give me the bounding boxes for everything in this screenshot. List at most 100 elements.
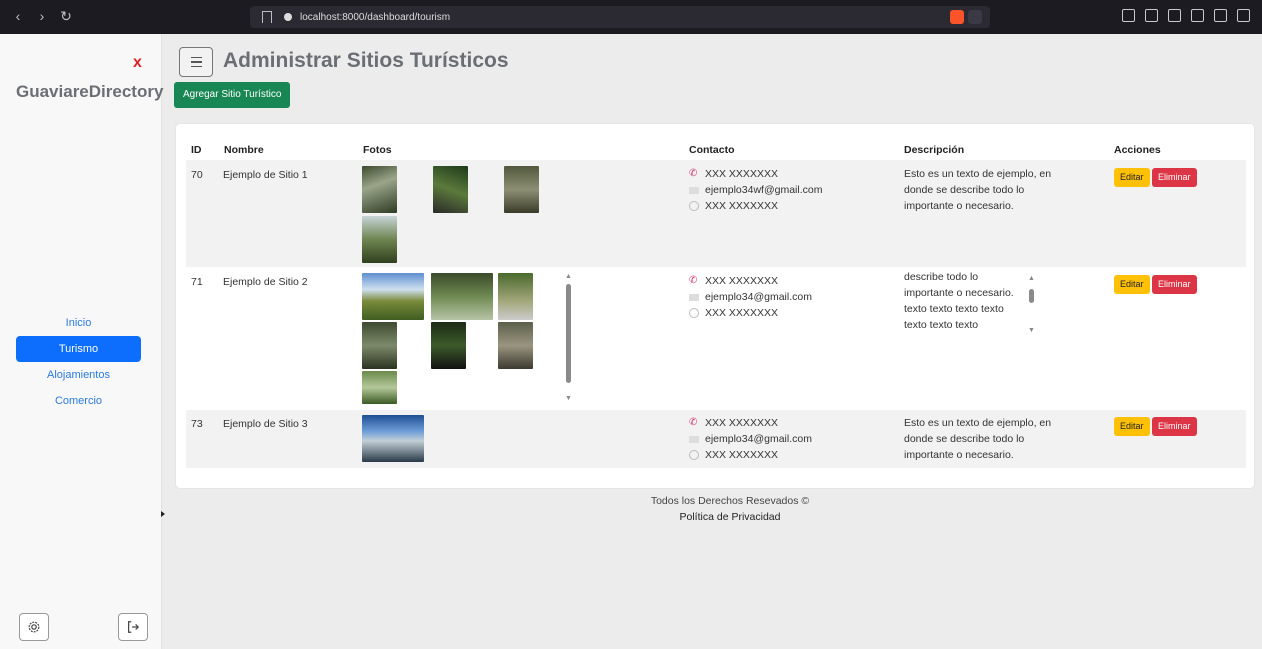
logout-button[interactable]: [118, 613, 148, 641]
col-id: ID: [191, 144, 202, 156]
description-scrollbar-thumb[interactable]: [1029, 289, 1034, 303]
site-photo[interactable]: [433, 166, 468, 213]
whatsapp-icon: [689, 450, 699, 460]
brand-logo: GuaviareDirectory: [16, 82, 164, 101]
site-photo[interactable]: [362, 166, 397, 213]
whatsapp-icon: [689, 201, 699, 211]
col-contacto: Contacto: [689, 144, 735, 156]
email-icon: [689, 293, 699, 301]
site-photo[interactable]: [431, 273, 493, 320]
row-id: 70: [191, 169, 203, 181]
site-photo[interactable]: [362, 415, 424, 462]
sidebar-item-comercio[interactable]: Comercio: [16, 388, 141, 414]
contact-info: ✆ XXX XXXXXXX ejemplo34@gmail.com XXX XXX…: [689, 273, 812, 321]
sites-table-card: ID Nombre Fotos Contacto Descripción Acc…: [175, 123, 1255, 489]
add-tourist-site-button[interactable]: Agregar Sitio Turístico: [174, 82, 291, 108]
contact-info: ✆ XXX XXXXXXX ejemplo34wf@gmail.com XXX X…: [689, 166, 822, 214]
caret-icon: [161, 511, 165, 517]
scroll-down-icon[interactable]: ▼: [565, 395, 572, 402]
row-id: 73: [191, 418, 203, 430]
sidebar: x GuaviareDirectory Inicio Turismo Aloja…: [0, 34, 164, 649]
col-fotos: Fotos: [363, 144, 392, 156]
tabs-icon[interactable]: [1191, 9, 1204, 22]
sidebar-item-turismo[interactable]: Turismo: [16, 336, 141, 362]
vpn-icon[interactable]: [1214, 9, 1227, 22]
scroll-up-icon[interactable]: ▲: [565, 273, 572, 280]
row-name: Ejemplo de Sitio 2: [223, 276, 308, 288]
phone-icon: ✆: [689, 417, 698, 428]
settings-button[interactable]: [19, 613, 49, 641]
row-description: Esto es un texto de ejemplo, en donde se…: [904, 168, 1052, 212]
page-footer: Todos los Derechos Resevados © Política …: [600, 493, 860, 525]
sidebar-nav: Inicio Turismo Alojamientos Comercio: [16, 310, 141, 414]
browser-actions: [1122, 9, 1250, 22]
menu-toggle-button[interactable]: [179, 47, 213, 77]
privacy-link[interactable]: Política de Privacidad: [600, 509, 860, 525]
contact-whatsapp: XXX XXXXXXX: [705, 307, 778, 319]
sidebar-item-alojamientos[interactable]: Alojamientos: [16, 362, 141, 388]
browser-toolbar: ‹ › ↻ localhost:8000/dashboard/tourism: [0, 0, 1262, 34]
table-header: ID Nombre Fotos Contacto Descripción Acc…: [176, 124, 1254, 160]
delete-button[interactable]: Eliminar: [1152, 168, 1197, 187]
col-acciones: Acciones: [1114, 144, 1161, 156]
table-row: 71 Ejemplo de Sitio 2 ▲ ▼ ✆ XXX XXXXXXX e…: [186, 267, 1246, 410]
bookmark-icon[interactable]: [262, 11, 272, 23]
back-icon[interactable]: ‹: [12, 8, 24, 25]
shield-icon[interactable]: [950, 10, 964, 24]
gear-icon: [28, 621, 40, 633]
browser-nav: ‹ › ↻: [12, 8, 72, 25]
photos-scrollbar-thumb[interactable]: [566, 284, 571, 383]
table-row: 73 Ejemplo de Sitio 3 ✆ XXX XXXXXXX ejemp…: [186, 410, 1246, 468]
reload-icon[interactable]: ↻: [60, 8, 72, 25]
wallet-icon[interactable]: [1145, 9, 1158, 22]
contact-phone: XXX XXXXXXX: [705, 168, 778, 180]
edit-button[interactable]: Editar: [1114, 417, 1150, 436]
scroll-down-icon[interactable]: ▼: [1028, 327, 1035, 334]
forward-icon[interactable]: ›: [36, 8, 48, 25]
row-id: 71: [191, 276, 203, 288]
col-descripcion: Descripción: [904, 144, 965, 156]
rewards-icon[interactable]: [968, 10, 982, 24]
contact-whatsapp: XXX XXXXXXX: [705, 200, 778, 212]
email-icon: [689, 186, 699, 194]
site-photo[interactable]: [498, 322, 533, 369]
sidebar-item-inicio[interactable]: Inicio: [16, 310, 141, 336]
site-photo[interactable]: [362, 273, 424, 320]
row-name: Ejemplo de Sitio 3: [223, 418, 308, 430]
contact-phone: XXX XXXXXXX: [705, 275, 778, 287]
site-photo[interactable]: [362, 322, 397, 369]
url-text: localhost:8000/dashboard/tourism: [300, 11, 451, 23]
footer-rights: Todos los Derechos Resevados ©: [650, 495, 810, 507]
logout-icon: [128, 621, 140, 633]
delete-button[interactable]: Eliminar: [1152, 275, 1197, 294]
contact-email: ejemplo34@gmail.com: [705, 291, 812, 303]
row-description: describe todo lo importante o necesario.…: [904, 271, 1014, 331]
col-nombre: Nombre: [224, 144, 264, 156]
page-title: Administrar Sitios Turísticos: [223, 49, 509, 72]
scroll-up-icon[interactable]: ▲: [1028, 275, 1035, 282]
site-photo[interactable]: [362, 216, 397, 263]
row-name: Ejemplo de Sitio 1: [223, 169, 308, 181]
whatsapp-icon: [689, 308, 699, 318]
contact-whatsapp: XXX XXXXXXX: [705, 449, 778, 461]
sidebar-toggle-icon[interactable]: [1168, 9, 1181, 22]
edit-button[interactable]: Editar: [1114, 168, 1150, 187]
menu-icon[interactable]: [1237, 9, 1250, 22]
contact-info: ✆ XXX XXXXXXX ejemplo34@gmail.com XXX XXX…: [689, 415, 812, 463]
site-photo[interactable]: [431, 322, 466, 369]
close-sidebar-button[interactable]: x: [133, 54, 142, 72]
delete-button[interactable]: Eliminar: [1152, 417, 1197, 436]
site-photo[interactable]: [504, 166, 539, 213]
site-photo[interactable]: [498, 273, 533, 320]
phone-icon: ✆: [689, 275, 698, 286]
site-photo[interactable]: [362, 371, 397, 404]
site-info-icon[interactable]: [284, 13, 292, 21]
phone-icon: ✆: [689, 168, 698, 179]
address-bar[interactable]: localhost:8000/dashboard/tourism: [250, 6, 990, 28]
table-row: 70 Ejemplo de Sitio 1 ✆ XXX XXXXXXX ejemp…: [186, 160, 1246, 267]
extension-icon[interactable]: [1122, 9, 1135, 22]
edit-button[interactable]: Editar: [1114, 275, 1150, 294]
row-description: Esto es un texto de ejemplo, en donde se…: [904, 417, 1052, 461]
email-icon: [689, 435, 699, 443]
contact-email: ejemplo34@gmail.com: [705, 433, 812, 445]
